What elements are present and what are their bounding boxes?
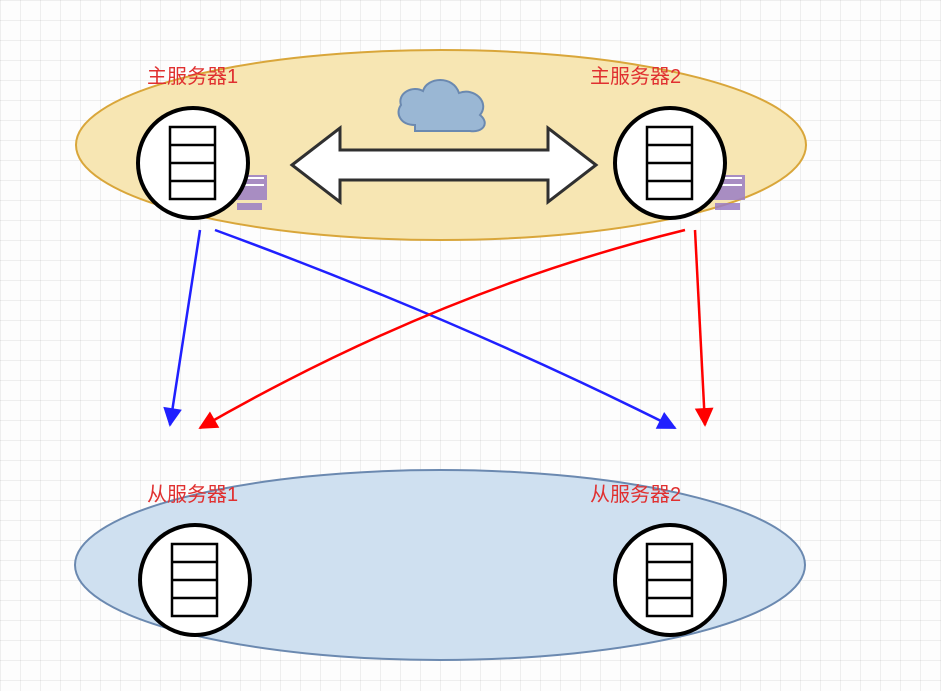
master-server-1 bbox=[138, 108, 248, 218]
slave-server-2 bbox=[615, 525, 725, 635]
master-server-2-label: 主服务器2 bbox=[590, 60, 681, 89]
architecture-diagram bbox=[0, 0, 941, 691]
slave-server-1-label: 从服务器1 bbox=[147, 478, 238, 507]
slave-server-2-label: 从服务器2 bbox=[590, 478, 681, 507]
master-server-1-label: 主服务器1 bbox=[147, 60, 238, 89]
slave-server-1 bbox=[140, 525, 250, 635]
conn-m2-s2 bbox=[695, 230, 705, 425]
master-server-2 bbox=[615, 108, 725, 218]
conn-m1-s2 bbox=[215, 230, 675, 428]
conn-m1-s1 bbox=[170, 230, 200, 425]
